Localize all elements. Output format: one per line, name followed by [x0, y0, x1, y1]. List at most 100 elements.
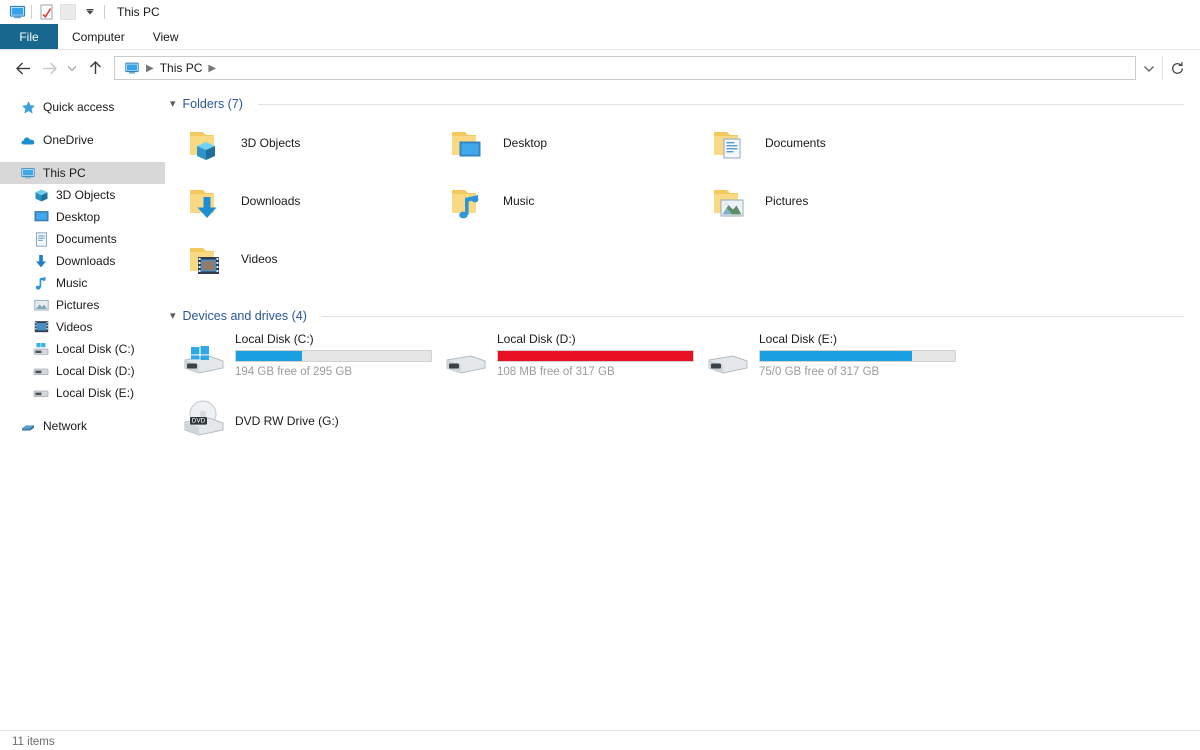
chevron-down-icon[interactable] [79, 1, 101, 23]
drive-label: Local Disk (D:) [497, 332, 576, 346]
drive-item-local-disk-c[interactable]: Local Disk (C:) 194 GB free of 295 GB [179, 326, 441, 388]
drive-label: DVD RW Drive (G:) [235, 414, 339, 428]
drives-tiles: Local Disk (C:) 194 GB free of 295 GB Lo… [165, 326, 1190, 450]
window-title: This PC [117, 5, 160, 19]
folder-item-videos[interactable]: Videos [179, 230, 441, 288]
folder-label: Desktop [503, 136, 548, 150]
drive-icon [703, 338, 751, 384]
address-path-box[interactable]: ▶ This PC ▶ [114, 56, 1136, 80]
music-icon [33, 275, 49, 291]
drive-label: Local Disk (E:) [759, 332, 838, 346]
tab-view[interactable]: View [139, 24, 193, 49]
svg-text:DVD: DVD [192, 418, 206, 425]
forward-button[interactable] [36, 55, 62, 81]
sidebar-item-this-pc[interactable]: This PC [0, 162, 165, 184]
drives-group-header[interactable]: ▾ Devices and drives (4) [165, 306, 1190, 326]
folder-item-music[interactable]: Music [441, 172, 703, 230]
folder-item-documents[interactable]: Documents [703, 114, 965, 172]
recent-locations-button[interactable] [62, 55, 82, 81]
sidebar-item-3d-objects[interactable]: 3D Objects [0, 184, 165, 206]
sidebar-item-documents[interactable]: Documents [0, 228, 165, 250]
folder-item-downloads[interactable]: Downloads [179, 172, 441, 230]
sidebar-item-network[interactable]: Network [0, 415, 165, 437]
drive-usage-bar [235, 350, 432, 362]
sidebar-item-onedrive[interactable]: OneDrive [0, 129, 165, 151]
star-icon [20, 99, 36, 115]
drive-windows-icon [179, 338, 227, 384]
sidebar-item-desktop[interactable]: Desktop [0, 206, 165, 228]
properties-icon[interactable] [35, 1, 57, 23]
navigation-pane: Quick access OneDrive This PC 3D Objects… [0, 86, 165, 730]
drive-usage-fill [498, 351, 693, 361]
item-count: 11 items [12, 735, 55, 748]
folder-item-pictures[interactable]: Pictures [703, 172, 965, 230]
picture-icon [33, 297, 49, 313]
sidebar-item-downloads[interactable]: Downloads [0, 250, 165, 272]
sidebar-item-local-disk-d[interactable]: Local Disk (D:) [0, 360, 165, 382]
tab-file[interactable]: File [0, 24, 58, 49]
address-dropdown-icon[interactable] [1136, 57, 1162, 79]
breadcrumb-this-pc[interactable]: This PC [157, 61, 206, 75]
up-button[interactable] [82, 55, 108, 81]
drive-item-dvd-rw-g[interactable]: DVD DVD RW Drive (G:) [179, 388, 441, 450]
sidebar-item-videos[interactable]: Videos [0, 316, 165, 338]
chevron-down-icon[interactable]: ▾ [170, 98, 176, 110]
drive-free-text: 108 MB free of 317 GB [497, 366, 615, 378]
this-pc-icon[interactable] [6, 1, 28, 23]
sidebar-item-local-disk-c[interactable]: Local Disk (C:) [0, 338, 165, 360]
sidebar-label: Quick access [43, 100, 115, 114]
folder-label: Pictures [765, 194, 809, 208]
drive-item-local-disk-d[interactable]: Local Disk (D:) 108 MB free of 317 GB [441, 326, 703, 388]
sidebar-label: 3D Objects [56, 188, 116, 202]
drive-info: Local Disk (D:) 108 MB free of 317 GB [497, 330, 697, 378]
video-icon [33, 319, 49, 335]
sidebar-item-local-disk-e[interactable]: Local Disk (E:) [0, 382, 165, 404]
breadcrumb-icon-this-pc[interactable] [121, 61, 143, 76]
sidebar-label: OneDrive [43, 133, 94, 147]
sidebar-label: This PC [43, 166, 86, 180]
back-button[interactable] [10, 55, 36, 81]
title-divider [104, 5, 105, 19]
sidebar-label: Pictures [56, 298, 100, 312]
drive-info: Local Disk (E:) 75/0 GB free of 317 GB [759, 330, 959, 378]
drive-dvd-icon: DVD [179, 398, 227, 444]
drive-usage-bar [759, 350, 956, 362]
drive-usage-bar [497, 350, 694, 362]
sidebar-label: Downloads [56, 254, 116, 268]
breadcrumb-separator-1[interactable]: ▶ [145, 63, 155, 74]
folder-documents-icon [709, 120, 755, 166]
breadcrumb-separator-2[interactable]: ▶ [207, 63, 217, 74]
sidebar-label: Desktop [56, 210, 101, 224]
folder-3d-objects-icon [185, 120, 231, 166]
tab-computer[interactable]: Computer [58, 24, 139, 49]
folder-label: Documents [765, 136, 826, 150]
drive-info: Local Disk (C:) 194 GB free of 295 GB [235, 330, 435, 378]
folder-pictures-icon [709, 178, 755, 224]
drives-group-title: Devices and drives (4) [182, 309, 307, 323]
folder-videos-icon [185, 236, 231, 282]
download-icon [33, 253, 49, 269]
desktop-icon [33, 209, 49, 225]
windows-disk-icon [33, 341, 49, 357]
drive-icon [441, 338, 489, 384]
sidebar-label: Network [43, 419, 88, 433]
folders-tiles: 3D Objects Desktop Documents Downloads M… [165, 114, 1190, 288]
content-pane[interactable]: ▾ Folders (7) 3D Objects Desktop Documen… [165, 86, 1200, 730]
folders-group-header[interactable]: ▾ Folders (7) [165, 94, 1190, 114]
refresh-button[interactable] [1162, 56, 1192, 80]
sidebar-item-music[interactable]: Music [0, 272, 165, 294]
sidebar-label: Local Disk (C:) [56, 342, 135, 356]
folder-item-3d-objects[interactable]: 3D Objects [179, 114, 441, 172]
chevron-down-icon[interactable]: ▾ [170, 310, 176, 322]
drive-label: Local Disk (C:) [235, 332, 314, 346]
folder-item-desktop[interactable]: Desktop [441, 114, 703, 172]
sidebar-label: Local Disk (E:) [56, 386, 135, 400]
sidebar-item-pictures[interactable]: Pictures [0, 294, 165, 316]
sidebar-item-quick-access[interactable]: Quick access [0, 96, 165, 118]
drive-item-local-disk-e[interactable]: Local Disk (E:) 75/0 GB free of 317 GB [703, 326, 965, 388]
sidebar-label: Documents [56, 232, 117, 246]
blank-icon[interactable] [57, 1, 79, 23]
